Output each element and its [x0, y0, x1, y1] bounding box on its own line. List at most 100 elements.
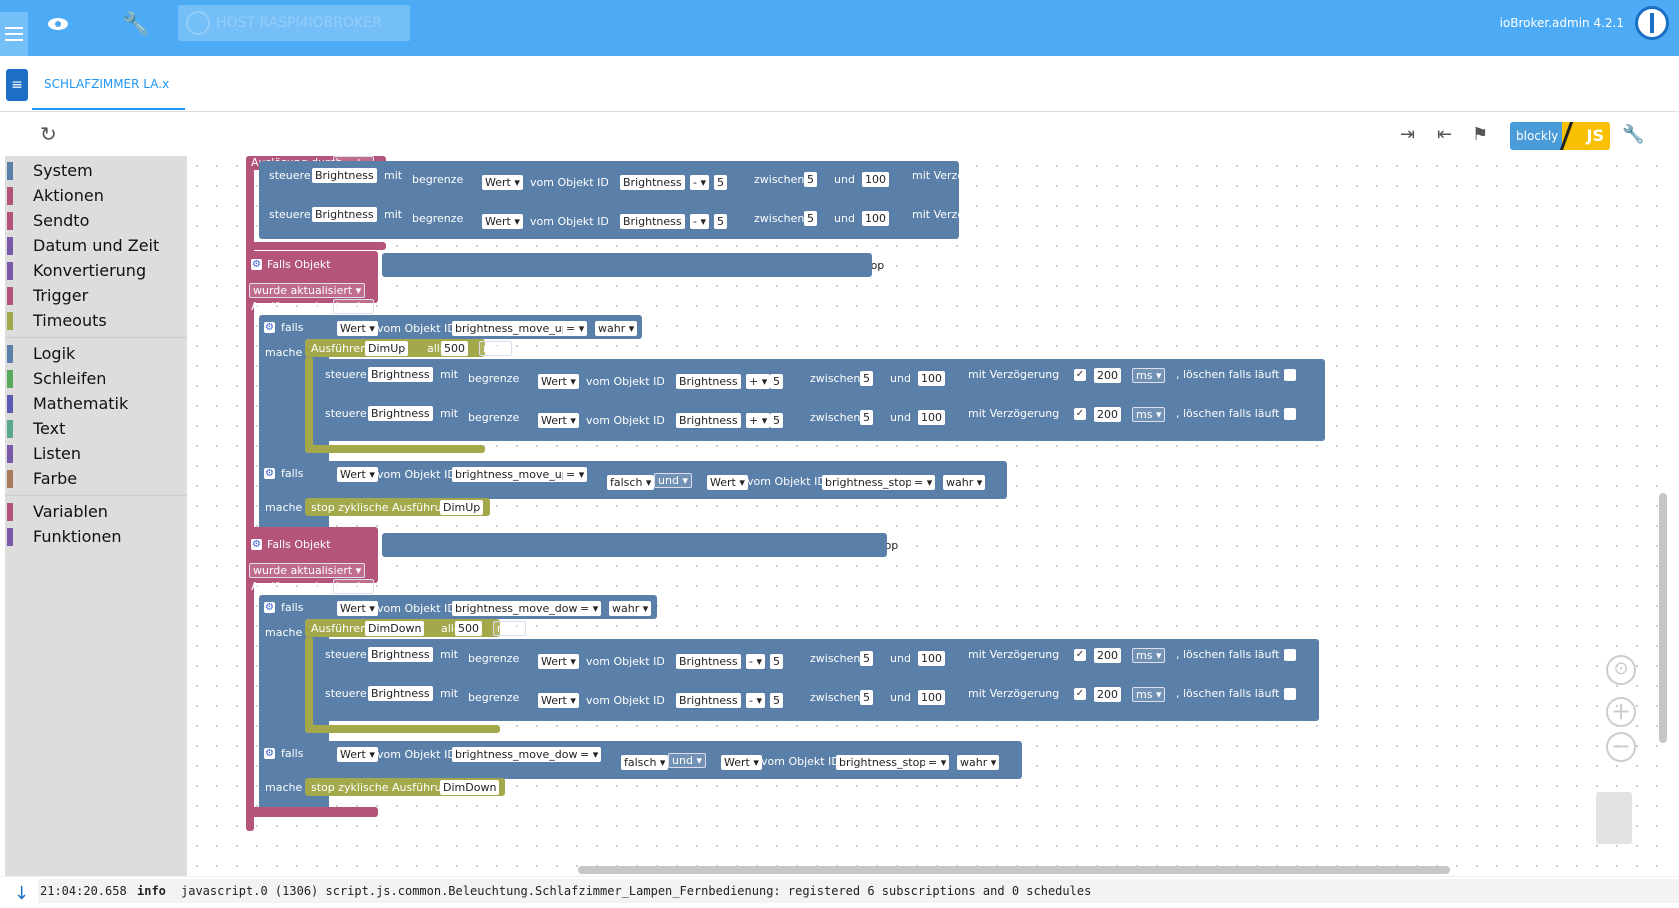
operator-dropdown[interactable]: - ▾ [746, 654, 765, 669]
wert-dropdown[interactable]: Wert ▾ [538, 654, 579, 669]
gear-icon[interactable]: ⚙ [251, 259, 262, 270]
category-logik[interactable]: Logik [5, 343, 187, 365]
iobroker-logo-icon[interactable] [1635, 6, 1669, 40]
und-dropdown[interactable]: und ▾ [654, 473, 692, 488]
host-selector[interactable]: HOST RASPI4IOBROKER [178, 5, 410, 41]
value-field[interactable]: 5 [770, 654, 783, 669]
clear-checkbox[interactable] [1284, 688, 1296, 700]
brightness-field[interactable]: Brightness [368, 647, 433, 662]
interval-field[interactable]: 500 [455, 621, 482, 636]
wrench-icon[interactable]: 🔧 [1622, 124, 1644, 145]
eq-dropdown[interactable]: = ▾ [925, 755, 950, 770]
delay-field[interactable]: 200 [1094, 648, 1121, 663]
script-list-icon[interactable]: ≡ [6, 69, 28, 101]
brightness-field[interactable]: Brightness [368, 367, 433, 382]
horizontal-scrollbar[interactable] [578, 866, 1450, 874]
category-sendto[interactable]: Sendto [5, 210, 187, 232]
gear-icon[interactable]: ⚙ [264, 468, 275, 479]
blockly-workspace[interactable]: Auslösung durchegal ▾steuereBrightnessmi… [187, 156, 1672, 876]
import-icon[interactable]: ⇤ [1437, 124, 1452, 145]
object-id-field[interactable]: Brightness [676, 693, 741, 708]
brightness-field[interactable]: Brightness [368, 686, 433, 701]
delay-field[interactable]: 200 [1094, 687, 1121, 702]
timer-name-field[interactable]: DimDown [440, 780, 500, 795]
max-field[interactable]: 100 [862, 172, 889, 187]
category-konvertierung[interactable]: Konvertierung [5, 260, 187, 282]
clear-checkbox[interactable] [1284, 408, 1296, 420]
clear-checkbox[interactable] [1284, 369, 1296, 381]
menu-icon[interactable] [0, 12, 28, 56]
delay-checkbox[interactable] [1002, 209, 1014, 221]
wurde-dropdown[interactable]: wurde aktualisiert ▾ [249, 283, 366, 298]
zoom-in-icon[interactable]: + [1606, 697, 1636, 727]
unit-dropdown[interactable]: ms ▾ [1132, 368, 1166, 383]
delay-checkbox[interactable]: ✓ [1074, 408, 1086, 420]
wurde-dropdown[interactable]: wurde aktualisiert ▾ [249, 563, 366, 578]
category-listen[interactable]: Listen [5, 443, 187, 465]
wert-dropdown[interactable]: Wert ▾ [721, 755, 762, 770]
category-farbe[interactable]: Farbe [5, 468, 187, 490]
brightness-field[interactable]: Brightness [312, 168, 377, 183]
max-field[interactable]: 100 [918, 410, 945, 425]
category-text[interactable]: Text [5, 418, 187, 440]
brightness-field[interactable]: Brightness [368, 406, 433, 421]
operator-dropdown[interactable]: + ▾ [746, 374, 771, 389]
center-icon[interactable]: ⊙ [1606, 655, 1636, 685]
delay-checkbox[interactable]: ✓ [1074, 649, 1086, 661]
delay-field[interactable]: 200 [1094, 407, 1121, 422]
object-id-field[interactable]: brightness_move_up [452, 467, 572, 482]
object-id-field[interactable]: brightness_move_down [452, 747, 588, 762]
min-field[interactable]: 5 [860, 410, 873, 425]
eq-dropdown[interactable]: = ▾ [911, 475, 936, 490]
falsch-dropdown[interactable]: falsch ▾ [621, 755, 669, 770]
category-schleifen[interactable]: Schleifen [5, 368, 187, 390]
vertical-scrollbar[interactable] [1659, 493, 1667, 743]
wahr-dropdown[interactable]: wahr ▾ [609, 601, 652, 616]
egal-dropdown[interactable]: egal ▾ [333, 579, 374, 594]
delay-checkbox[interactable]: ✓ [1074, 369, 1086, 381]
timer-name-field[interactable]: DimDown [365, 621, 425, 636]
trash-icon[interactable] [1596, 792, 1632, 844]
operator-dropdown[interactable]: - ▾ [690, 175, 709, 190]
eq-dropdown[interactable]: = ▾ [577, 601, 602, 616]
max-field[interactable]: 100 [918, 371, 945, 386]
wahr-dropdown[interactable]: wahr ▾ [943, 475, 986, 490]
blockly-to-js-button[interactable]: blockly JS [1510, 122, 1610, 150]
min-field[interactable]: 5 [804, 211, 817, 226]
unit-dropdown[interactable]: ms ▾ [1132, 407, 1166, 422]
wert-dropdown[interactable]: Wert ▾ [538, 693, 579, 708]
wert-dropdown[interactable]: Wert ▾ [337, 321, 378, 336]
interval-field[interactable]: 500 [441, 341, 468, 356]
clear-checkbox[interactable] [1284, 649, 1296, 661]
checkered-flag-icon[interactable]: ⚑ [1472, 124, 1488, 145]
eq-dropdown[interactable]: = ▾ [563, 321, 588, 336]
gear-icon[interactable]: ⚙ [264, 322, 275, 333]
operator-dropdown[interactable]: - ▾ [690, 214, 709, 229]
category-trigger[interactable]: Trigger [5, 285, 187, 307]
operator-dropdown[interactable]: - ▾ [746, 693, 765, 708]
wahr-dropdown[interactable]: wahr ▾ [595, 321, 638, 336]
wert-dropdown[interactable]: Wert ▾ [337, 467, 378, 482]
category-datum-und-zeit[interactable]: Datum und Zeit [5, 235, 187, 257]
egal-dropdown[interactable]: egal ▾ [333, 299, 374, 314]
refresh-icon[interactable]: ↻ [40, 122, 57, 146]
wrench-icon[interactable]: 🔧 [122, 10, 150, 38]
category-mathematik[interactable]: Mathematik [5, 393, 187, 415]
max-field[interactable]: 100 [918, 690, 945, 705]
min-field[interactable]: 5 [860, 651, 873, 666]
max-field[interactable]: 100 [862, 211, 889, 226]
eq-dropdown[interactable]: = ▾ [577, 747, 602, 762]
operator-dropdown[interactable]: + ▾ [746, 413, 771, 428]
object-id-field[interactable]: Brightness [676, 654, 741, 669]
delay-field[interactable]: 200 [1094, 368, 1121, 383]
object-id-field[interactable]: brightness_move_down [452, 601, 588, 616]
object-id-field[interactable]: brightness_stop [836, 755, 930, 770]
wert-dropdown[interactable]: Wert ▾ [538, 413, 579, 428]
wahr-dropdown[interactable]: wahr ▾ [957, 755, 1000, 770]
eq-dropdown[interactable]: = ▾ [563, 467, 588, 482]
object-id-field[interactable]: brightness_stop [822, 475, 916, 490]
object-id-field[interactable]: Brightness [620, 214, 685, 229]
category-funktionen[interactable]: Funktionen [5, 526, 187, 548]
zoom-out-icon[interactable]: − [1606, 732, 1636, 762]
value-field[interactable]: 5 [770, 413, 783, 428]
